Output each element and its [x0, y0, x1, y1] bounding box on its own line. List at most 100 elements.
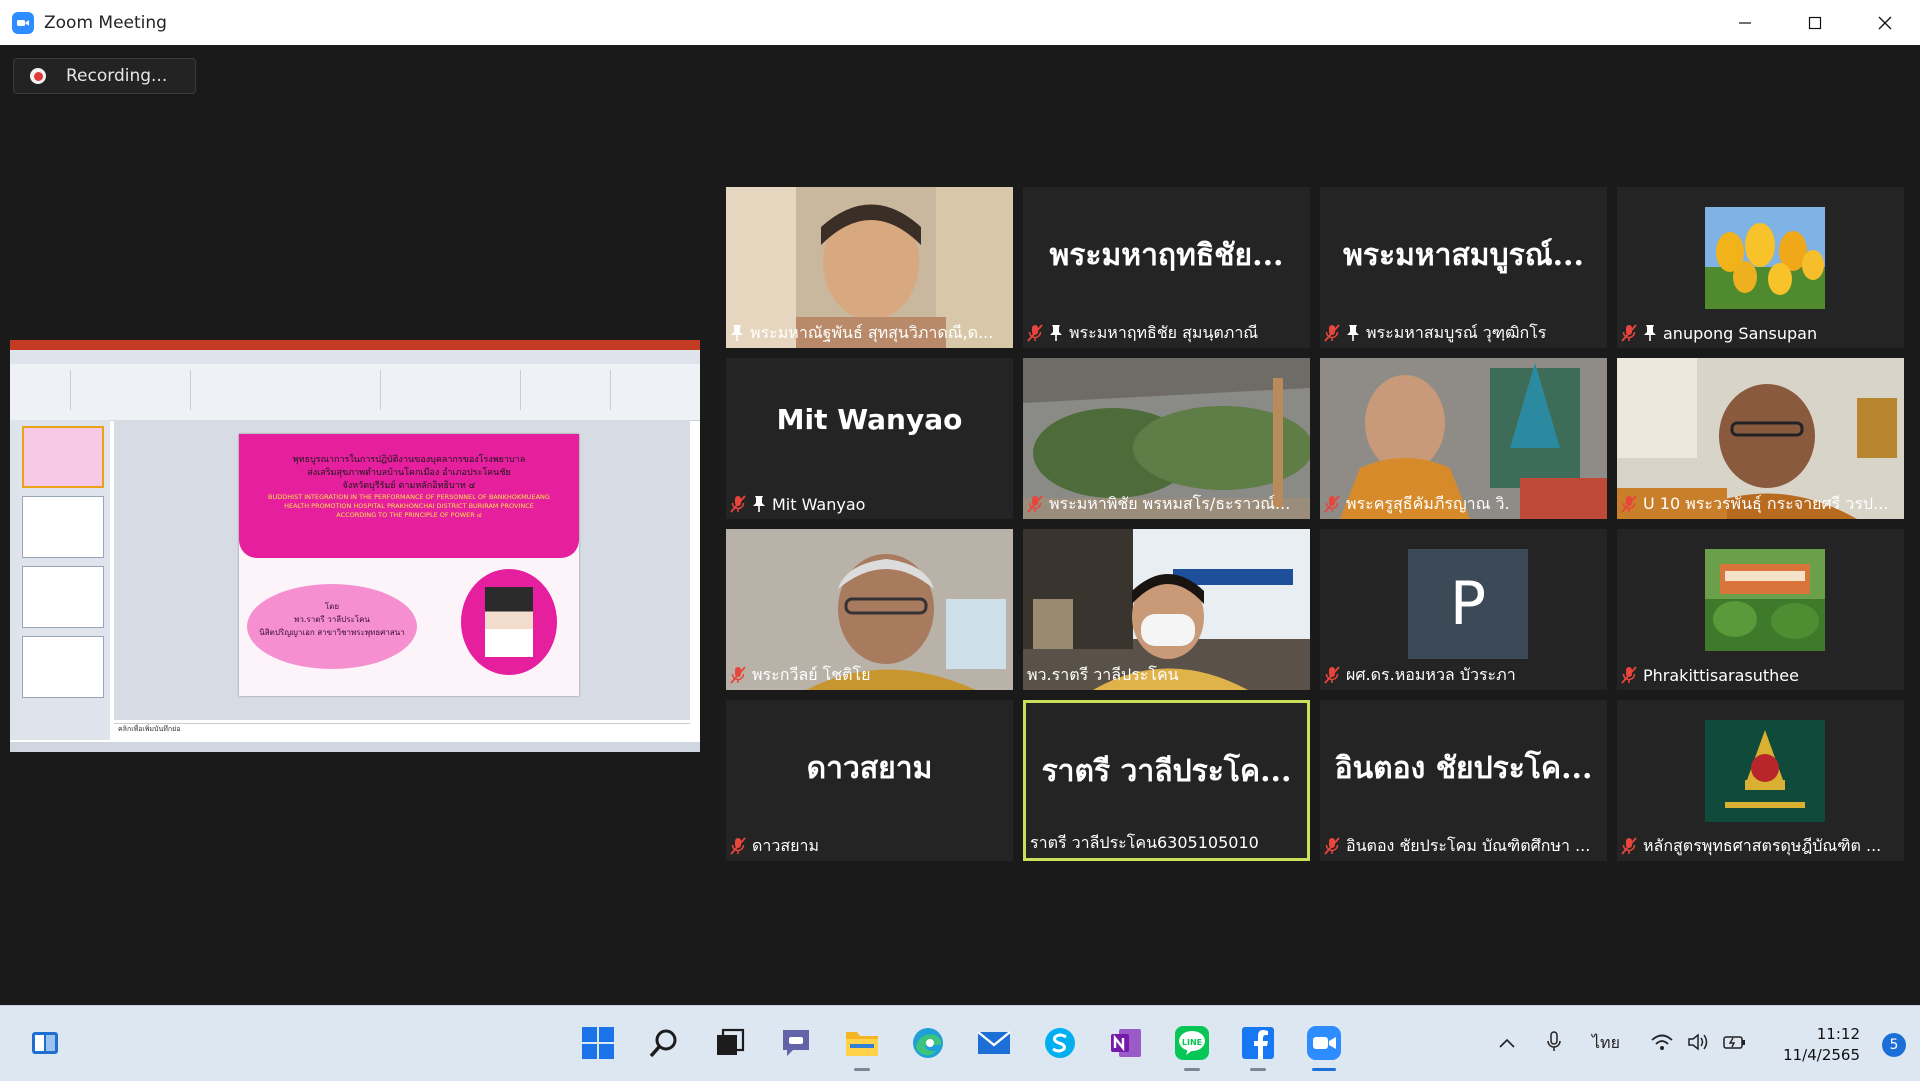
start-icon[interactable]: [578, 1023, 618, 1063]
zoom-app-icon: [12, 11, 34, 34]
participant-gallery: พระมหาณัฐพันธ์ สุทสุนวิภาดณี,ด... พระมหาฤ…: [726, 187, 1906, 867]
record-icon: [30, 68, 46, 84]
participant-name-bar: พระมหาณัฐพันธ์ สุทสุนวิภาดณี,ด...: [730, 322, 1009, 344]
slide-title-line: จังหวัดบุรีรัมย์ ตามหลักอิทธิบาท ๔: [342, 481, 476, 491]
volume-icon[interactable]: [1686, 1032, 1710, 1056]
clock-time: 11:12: [1816, 1025, 1860, 1043]
participant-name-bar: พระมหาฤทธิชัย สุมนฺตภาณี: [1027, 322, 1306, 344]
participant-name-bar: ดาวสยาม: [730, 835, 1009, 857]
slide-canvas: พุทธบูรณาการในการปฏิบัติงานของบุคลากรของ…: [114, 420, 690, 720]
participant-tile[interactable]: อินตอง ชัยประโค... อินตอง ชัยประโคม บัณฑิ…: [1320, 700, 1607, 861]
recording-indicator[interactable]: Recording...: [13, 58, 196, 94]
maximize-button[interactable]: [1780, 0, 1850, 45]
participant-tile[interactable]: Phrakittisarasuthee: [1617, 529, 1904, 690]
wifi-icon[interactable]: [1650, 1032, 1674, 1056]
participant-tile[interactable]: P ผศ.ดร.หอมหวล บัวระภา: [1320, 529, 1607, 690]
line-icon[interactable]: LINE: [1172, 1023, 1212, 1071]
participant-name: ผศ.ดร.หอมหวล บัวระภา: [1346, 664, 1516, 684]
muted-mic-icon: [1621, 837, 1637, 855]
pin-icon: [1346, 324, 1360, 342]
mail-icon[interactable]: [974, 1023, 1014, 1063]
slide-thumb[interactable]: [22, 496, 104, 558]
participant-name-bar: พระกวีลย์ โชติโย: [730, 664, 1009, 686]
slide-thumbnails: [10, 420, 110, 740]
participant-tile[interactable]: พว.ราตรี วาลีประโคน: [1023, 529, 1310, 690]
pin-icon: [1643, 324, 1657, 342]
input-language[interactable]: ไทย: [1592, 1031, 1620, 1056]
notification-badge[interactable]: 5: [1882, 1033, 1906, 1057]
shared-screen[interactable]: พุทธบูรณาการในการปฏิบัติงานของบุคลากรของ…: [10, 340, 700, 752]
participant-name: U 10 พระวรพันธุ์ กระจายศรี วรป...: [1643, 493, 1889, 513]
slide-thumb[interactable]: [22, 426, 104, 488]
show-hidden-icons[interactable]: [1498, 1034, 1516, 1053]
participant-name: พระกวีลย์ โชติโย: [752, 664, 871, 684]
ppt-statusbar: [10, 742, 700, 752]
participant-tile[interactable]: พระมหาณัฐพันธ์ สุทสุนวิภาดณี,ด...: [726, 187, 1013, 348]
participant-name: Mit Wanyao: [772, 494, 866, 514]
participant-tile[interactable]: พระมหาฤทธิชัย... พระมหาฤทธิชัย สุมนฺตภาณี: [1023, 187, 1310, 348]
pin-icon: [730, 324, 744, 342]
ppt-ribbon: [10, 350, 700, 421]
skype-icon[interactable]: [1040, 1023, 1080, 1063]
slide-author-line: นิสิตปริญญาเอก สาขาวิชาพระพุทธศาสนา: [259, 628, 405, 637]
participant-name: พระมหาสมบูรณ์ วุฑฺฒิกโร: [1366, 322, 1547, 342]
microphone-icon[interactable]: [1546, 1030, 1562, 1058]
muted-mic-icon: [1621, 666, 1637, 684]
notes-pane[interactable]: คลิกเพื่อเพิ่มบันทึกย่อ: [114, 723, 690, 737]
system-clock[interactable]: 11:12 11/4/2565: [1783, 1024, 1860, 1066]
close-button[interactable]: [1850, 0, 1920, 45]
widgets-icon[interactable]: [25, 1023, 65, 1063]
participant-tile[interactable]: ราตรี วาลีประโค... ราตรี วาลีประโคน630510…: [1023, 700, 1310, 861]
participant-tile[interactable]: ดาวสยาม ดาวสยาม: [726, 700, 1013, 861]
participant-tile[interactable]: พระครูสุธีคัมภีรญาณ วิ.: [1320, 358, 1607, 519]
facebook-icon[interactable]: [1238, 1023, 1278, 1071]
battery-icon[interactable]: [1722, 1032, 1748, 1056]
clock-date: 11/4/2565: [1783, 1046, 1860, 1064]
participant-tile[interactable]: พระกวีลย์ โชติโย: [726, 529, 1013, 690]
slide-thumb[interactable]: [22, 566, 104, 628]
participant-tile[interactable]: พระมหาสมบูรณ์... พระมหาสมบูรณ์ วุฑฺฒิกโร: [1320, 187, 1607, 348]
participant-name: พว.ราตรี วาลีประโคน: [1027, 664, 1179, 684]
slide-subtitle-line: HEALTH PROMOTION HOSPITAL PRAKHONCHAI DI…: [284, 502, 534, 510]
participant-name-bar: พระครูสุธีคัมภีรญาณ วิ.: [1324, 493, 1603, 515]
participant-name: พระมหาฤทธิชัย สุมนฺตภาณี: [1069, 322, 1259, 342]
slide-title-banner: พุทธบูรณาการในการปฏิบัติงานของบุคลากรของ…: [239, 434, 579, 558]
slide-subtitle-line: ACCORDING TO THE PRINCIPLE OF POWER ๔: [336, 511, 482, 519]
muted-mic-icon: [1324, 324, 1340, 342]
participant-name: หลักสูตรพุทธศาสตรดุษฎีบัณฑิต ...: [1643, 835, 1882, 855]
participant-tile[interactable]: anupong Sansupan: [1617, 187, 1904, 348]
participant-name: พระมหาพิชัย พรหมสโร/ธะราวณ์...: [1049, 493, 1291, 513]
participant-name-bar: Mit Wanyao: [730, 493, 1009, 515]
task-view-icon[interactable]: [710, 1023, 750, 1063]
zoom-icon[interactable]: [1304, 1023, 1344, 1071]
slide-thumb[interactable]: [22, 636, 104, 698]
search-icon[interactable]: [644, 1023, 684, 1063]
participant-tile[interactable]: Mit Wanyao Mit Wanyao: [726, 358, 1013, 519]
participant-name-bar: หลักสูตรพุทธศาสตรดุษฎีบัณฑิต ...: [1621, 835, 1900, 857]
participant-tile[interactable]: U 10 พระวรพันธุ์ กระจายศรี วรป...: [1617, 358, 1904, 519]
muted-mic-icon: [1324, 666, 1340, 684]
file-explorer-icon[interactable]: [842, 1023, 882, 1071]
participant-tile[interactable]: พระมหาพิชัย พรหมสโร/ธะราวณ์...: [1023, 358, 1310, 519]
participant-name: พระครูสุธีคัมภีรญาณ วิ.: [1346, 493, 1510, 513]
teams-chat-icon[interactable]: [776, 1023, 816, 1063]
meeting-area: Recording... พุทธบูรณาการในการปฏิบัติงาน…: [0, 45, 1920, 1005]
pin-icon: [1049, 324, 1063, 342]
window-titlebar: Zoom Meeting: [0, 0, 1920, 45]
slide-author-cloud: โดย พว.ราตรี วาลีประโคน นิสิตปริญญาเอก ส…: [247, 584, 417, 669]
muted-mic-icon: [1027, 324, 1043, 342]
onenote-icon[interactable]: [1106, 1023, 1146, 1063]
participant-tile[interactable]: หลักสูตรพุทธศาสตรดุษฎีบัณฑิต ...: [1617, 700, 1904, 861]
participant-display-name: พระมหาสมบูรณ์...: [1343, 238, 1584, 273]
slide-subtitle-line: BUDDHIST INTEGRATION IN THE PERFORMANCE …: [268, 493, 550, 501]
edge-icon[interactable]: [908, 1023, 948, 1063]
muted-mic-icon: [1027, 495, 1043, 513]
muted-mic-icon: [730, 495, 746, 513]
minimize-button[interactable]: [1710, 0, 1780, 45]
ppt-titlebar: [10, 340, 700, 350]
slide-title-line: พุทธบูรณาการในการปฏิบัติงานของบุคลากรของ…: [292, 455, 526, 465]
participant-name: anupong Sansupan: [1663, 323, 1818, 343]
participant-display-name: อินตอง ชัยประโค...: [1334, 751, 1593, 786]
recording-label: Recording...: [66, 66, 168, 86]
muted-mic-icon: [730, 666, 746, 684]
